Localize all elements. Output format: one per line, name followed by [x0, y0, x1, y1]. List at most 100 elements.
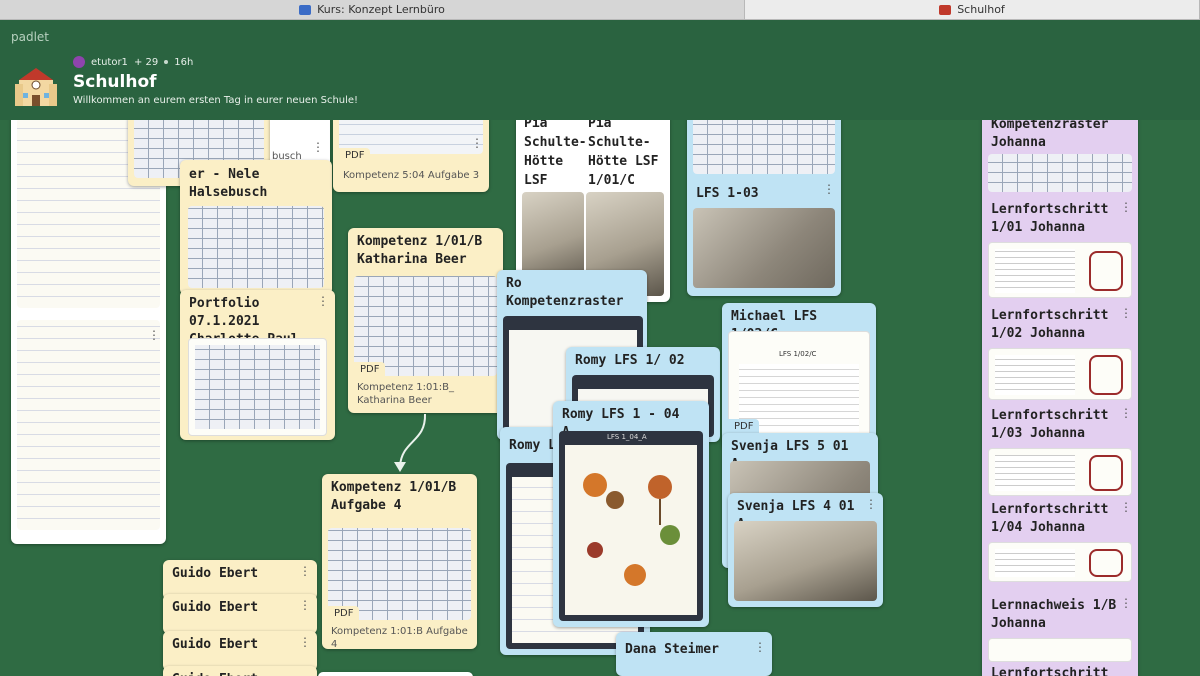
- post-menu-icon[interactable]: ⋮: [1120, 406, 1132, 420]
- post-portfolio-charlotte[interactable]: Portfolio 07.1.2021 Charlotte Paul ⋮: [180, 290, 335, 440]
- sidebar-item[interactable]: Lernnachweis 1/B Johanna ⋮: [982, 592, 1138, 662]
- sidebar-column-johanna[interactable]: Kompetenzraster Johanna Lernfortschritt …: [982, 120, 1138, 676]
- post-guido-ebert[interactable]: Guido Ebert: [163, 666, 317, 676]
- browser-tab-bar: Kurs: Konzept Lernbüro Schulhof: [0, 0, 1200, 20]
- post-caption: Kompetenz 1:01:B_ Katharina Beer: [357, 382, 454, 406]
- post-title: Guido Ebert: [172, 566, 259, 581]
- table-image[interactable]: [693, 120, 835, 174]
- school-building-icon: [15, 68, 57, 106]
- post-title: Guido Ebert: [172, 637, 259, 652]
- post-guido-ebert[interactable]: Guido Ebert ⋮: [163, 631, 317, 671]
- sidebar-item[interactable]: Lernfortschritt 1/01 Johanna ⋮: [982, 196, 1138, 298]
- post-title: Guido Ebert: [163, 666, 317, 676]
- padlet-meta: etutor1 + 29 16h: [73, 56, 193, 68]
- post-title: Kompetenzraster: [506, 294, 624, 309]
- post-menu-icon[interactable]: ⋮: [299, 598, 311, 612]
- tab-label: Kurs: Konzept Lernbüro: [317, 3, 445, 16]
- post-menu-icon[interactable]: ⋮: [1120, 500, 1132, 514]
- sidebar-item-title: Lernfortschritt 1/02 Johanna: [991, 308, 1109, 341]
- post-title: Romy LFS 1/ 02: [575, 353, 685, 368]
- pdf-badge: PDF: [339, 148, 371, 163]
- post-menu-icon[interactable]: ⋮: [299, 564, 311, 578]
- padlet-logo[interactable]: padlet: [11, 30, 49, 44]
- post-kompetenz-aufgabe-4[interactable]: Kompetenz 1/01/B Aufgabe 4 PDF Kompetenz…: [322, 474, 477, 649]
- worksheet-illustration-icon: [583, 473, 680, 586]
- raster-image[interactable]: [988, 154, 1132, 192]
- separator-dot-icon: [164, 60, 169, 64]
- sidebar-item[interactable]: Lernfortschritt 1/04 Johanna ⋮: [982, 496, 1138, 592]
- padlet-header: padlet etutor1 + 29 16h Schulhof Willkom…: [0, 20, 1200, 120]
- post-title: Kompetenz 1/01/B Aufgabe 4: [331, 480, 457, 513]
- pdf-badge: PDF: [728, 419, 760, 434]
- padlet-board[interactable]: ⋮ busch ⋮ er - Nele Halsebusch Portfolio…: [0, 120, 1200, 676]
- sidebar-item-title: Lernnachweis 1/B Johanna: [991, 598, 1117, 631]
- document-heading: LFS 1/02/C: [779, 350, 817, 358]
- sidebar-item[interactable]: Lernfortschritt 1/03 Johanna ⋮: [982, 402, 1138, 498]
- post-menu-icon[interactable]: ⋮: [1120, 306, 1132, 320]
- post-menu-icon[interactable]: ⋮: [1120, 200, 1132, 214]
- post-kompetenz-5-04[interactable]: ⋮ PDF Kompetenz 5:04 Aufgabe 3: [333, 120, 489, 192]
- worksheet-image[interactable]: [988, 348, 1132, 400]
- course-favicon-icon: [299, 4, 312, 15]
- worksheet-image[interactable]: [988, 242, 1132, 298]
- post-nele-halsebusch[interactable]: er - Nele Halsebusch: [180, 160, 332, 295]
- post-menu-icon[interactable]: ⋮: [1120, 596, 1132, 610]
- worksheet-image[interactable]: [988, 542, 1132, 582]
- post-title: LFS 1-03: [696, 186, 759, 201]
- post-menu-icon[interactable]: ⋮: [317, 294, 329, 308]
- sidebar-item[interactable]: Lernfortschritt 3/04: [982, 660, 1138, 676]
- padlet-age: 16h: [174, 56, 194, 68]
- sidebar-item-title: Lernfortschritt 1/01 Johanna: [991, 202, 1109, 235]
- sidebar-item-title: Kompetenzraster Johanna: [991, 120, 1109, 150]
- post-menu-icon[interactable]: ⋮: [754, 640, 766, 654]
- handwritten-page-image[interactable]: [17, 320, 160, 530]
- sidebar-item[interactable]: Kompetenzraster Johanna: [982, 120, 1138, 196]
- post-svenja-lfs-4[interactable]: Svenja LFS 4 01 A ⋮: [728, 493, 883, 607]
- contributors-count[interactable]: + 29: [134, 57, 158, 68]
- page-subtitle: Willkommen an eurem ersten Tag in eurer …: [73, 95, 359, 106]
- post-title: Guido Ebert: [172, 600, 259, 615]
- post-menu-icon[interactable]: ⋮: [299, 635, 311, 649]
- page-title: Schulhof: [73, 72, 157, 92]
- sidebar-item[interactable]: Lernfortschritt 1/02 Johanna ⋮: [982, 302, 1138, 400]
- tablet-header-text: LFS 1_04_A: [607, 433, 647, 441]
- post-guido-ebert[interactable]: Guido Ebert ⋮: [163, 594, 317, 634]
- tab-label: Schulhof: [957, 3, 1005, 16]
- photo-image[interactable]: [734, 521, 877, 601]
- author-name[interactable]: etutor1: [91, 57, 128, 68]
- school-favicon-icon: [939, 4, 952, 15]
- author-avatar[interactable]: [73, 56, 85, 68]
- post-menu-icon[interactable]: ⋮: [865, 497, 877, 511]
- post-dana-steimer[interactable]: Dana Steimer ⋮: [616, 632, 772, 676]
- pdf-badge: PDF: [354, 362, 386, 377]
- worksheet-image[interactable]: [988, 448, 1132, 496]
- post-menu-icon[interactable]: ⋮: [471, 136, 483, 150]
- document-image[interactable]: [188, 338, 327, 436]
- post-lfs-1-03[interactable]: LFS 1-03 ⋮: [687, 120, 841, 296]
- post-partial[interactable]: [318, 672, 473, 676]
- table-image[interactable]: [188, 206, 324, 288]
- photo-image[interactable]: [693, 208, 835, 288]
- post-kompetenz-katharina[interactable]: Kompetenz 1/01/B Katharina Beer PDF Komp…: [348, 228, 503, 413]
- post-title-partial: Ro: [506, 276, 522, 291]
- post-caption: Kompetenz 1:01:B Aufgabe 4: [331, 626, 468, 649]
- post-title: Kompetenz 1/01/B Katharina Beer: [357, 234, 483, 267]
- post-menu-icon[interactable]: ⋮: [148, 328, 160, 342]
- tablet-screenshot-image[interactable]: LFS 1_04_A: [559, 431, 703, 621]
- post-michael-lfs[interactable]: Michael LFS 1/02/C LFS 1/02/C PDF: [722, 303, 876, 449]
- post-title: er - Nele Halsebusch: [189, 167, 268, 200]
- browser-tab-schulhof[interactable]: Schulhof: [745, 0, 1200, 19]
- sidebar-item-title: Lernfortschritt 3/04: [991, 666, 1109, 676]
- post-romy-lfs-1-04a[interactable]: Romy LFS 1 - 04 A LFS 1_04_A: [553, 401, 709, 627]
- post-menu-icon[interactable]: ⋮: [312, 140, 324, 154]
- post-caption: Kompetenz 5:04 Aufgabe 3: [343, 170, 480, 181]
- browser-tab-kurs[interactable]: Kurs: Konzept Lernbüro: [0, 0, 745, 19]
- post-title: Pia Schulte-Hötte LSF 1/01/C: [588, 120, 659, 188]
- sidebar-item-title: Lernfortschritt 1/03 Johanna: [991, 408, 1109, 441]
- pdf-badge: PDF: [328, 606, 360, 621]
- post-menu-icon[interactable]: ⋮: [823, 182, 835, 196]
- sidebar-item-title: Lernfortschritt 1/04 Johanna: [991, 502, 1109, 535]
- post-title: Dana Steimer: [625, 642, 719, 657]
- worksheet-image[interactable]: [988, 638, 1132, 662]
- grid-paper-image[interactable]: [354, 276, 497, 376]
